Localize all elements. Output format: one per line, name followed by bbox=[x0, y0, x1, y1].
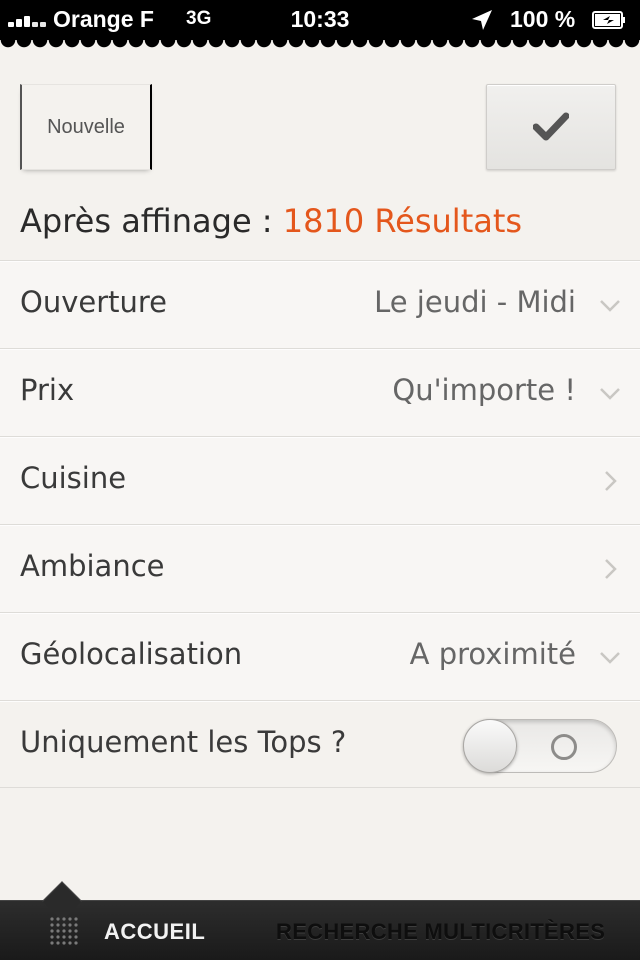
filter-value: Qu'importe ! bbox=[392, 373, 576, 407]
filter-label: Ambiance bbox=[20, 549, 165, 583]
toggle-off-icon bbox=[551, 734, 577, 760]
filter-row-ouverture[interactable]: Ouverture Le jeudi - Midi bbox=[0, 260, 640, 348]
grid-icon[interactable] bbox=[44, 913, 84, 953]
status-bar-scallop-edge bbox=[0, 40, 640, 50]
tab-accueil[interactable]: ACCUEIL bbox=[104, 919, 205, 945]
status-bar: Orange F 3G 10:33 100 % bbox=[0, 0, 640, 40]
filter-row-geolocalisation[interactable]: Géolocalisation A proximité bbox=[0, 612, 640, 700]
new-search-button[interactable]: Nouvelle bbox=[20, 84, 152, 170]
tab-recherche-multicriteres[interactable]: RECHERCHE MULTICRITÈRES bbox=[276, 919, 605, 945]
filter-row-cuisine[interactable]: Cuisine bbox=[0, 436, 640, 524]
battery-charging-icon bbox=[592, 11, 625, 29]
battery-percentage: 100 % bbox=[510, 6, 576, 32]
filter-value: A proximité bbox=[409, 637, 576, 671]
chevron-down-icon bbox=[600, 652, 620, 664]
checkmark-icon bbox=[533, 112, 569, 141]
chevron-right-icon bbox=[605, 471, 617, 491]
filter-list: Ouverture Le jeudi - Midi Prix Qu'import… bbox=[0, 260, 640, 788]
results-count: 1810 Résultats bbox=[282, 202, 523, 240]
validate-button[interactable] bbox=[486, 84, 616, 170]
filter-row-ambiance[interactable]: Ambiance bbox=[0, 524, 640, 612]
tops-toggle[interactable] bbox=[463, 719, 617, 773]
filter-label: Cuisine bbox=[20, 461, 127, 495]
results-summary: Après affinage : 1810 Résultats bbox=[20, 202, 522, 240]
filter-value: Le jeudi - Midi bbox=[374, 285, 576, 319]
filter-row-tops: Uniquement les Tops ? bbox=[0, 700, 640, 788]
location-arrow-icon bbox=[472, 10, 492, 30]
tab-bar: ACCUEIL RECHERCHE MULTICRITÈRES bbox=[0, 881, 640, 960]
toggle-knob[interactable] bbox=[463, 719, 517, 773]
tops-label: Uniquement les Tops ? bbox=[20, 725, 347, 759]
filter-label: Ouverture bbox=[20, 285, 168, 319]
chevron-down-icon bbox=[600, 388, 620, 400]
filter-row-prix[interactable]: Prix Qu'importe ! bbox=[0, 348, 640, 436]
results-prefix: Après affinage : bbox=[20, 202, 273, 240]
chevron-down-icon bbox=[600, 300, 620, 312]
chevron-right-icon bbox=[605, 559, 617, 579]
filter-label: Géolocalisation bbox=[20, 637, 243, 671]
filter-label: Prix bbox=[20, 373, 75, 407]
